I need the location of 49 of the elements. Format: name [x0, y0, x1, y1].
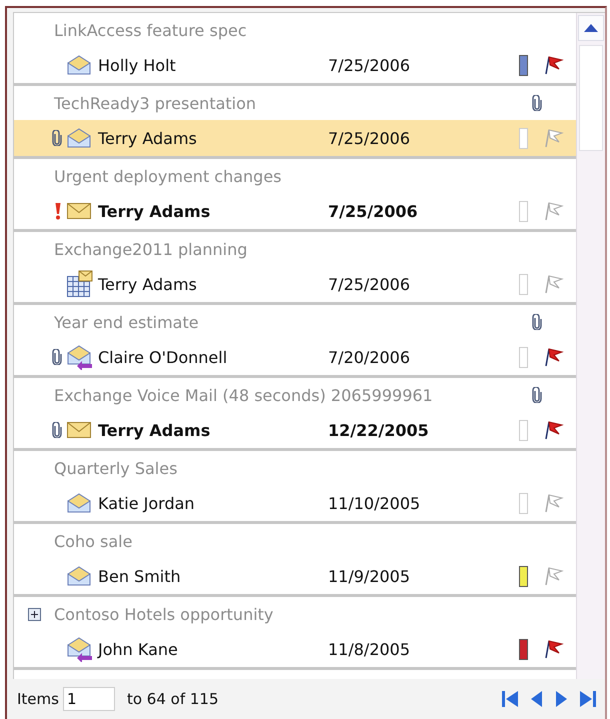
sender-name: Terry Adams — [98, 128, 198, 148]
scroll-thumb[interactable] — [579, 45, 603, 151]
received-date: 12/22/2005 — [328, 420, 430, 440]
sender-name: John Kane — [98, 640, 179, 658]
received-date: 7/25/2006 — [328, 56, 412, 74]
received-date: 11/9/2005 — [328, 566, 412, 586]
sender-name: Ben Smith — [98, 566, 182, 586]
message-subject: Contoso Hotels opportunity — [54, 604, 274, 624]
message-subject: Exchange2011 planning — [54, 240, 248, 258]
message-subject: Coho sale — [54, 532, 134, 550]
sender-name: Katie Jordan — [98, 494, 196, 512]
item-number-field[interactable]: 1 — [62, 687, 115, 711]
message-subject: LinkAccess feature spec — [54, 20, 248, 40]
message-subject: Year end estimate — [54, 312, 200, 332]
message-subject: Quarterly Sales — [54, 458, 178, 478]
message-subject: Urgent deployment changes — [54, 166, 283, 186]
first-page-icon — [501, 689, 519, 709]
received-date: 7/25/2006 — [328, 202, 419, 220]
scrollbar[interactable] — [576, 13, 605, 679]
message-subject: TechReady3 presentation — [54, 94, 258, 112]
last-page-button[interactable] — [579, 689, 597, 709]
items-label: Items — [17, 690, 59, 708]
expand-icon[interactable] — [28, 608, 40, 620]
category-marker[interactable] — [519, 566, 528, 586]
paperclip-icon — [52, 349, 62, 365]
received-date: 7/20/2006 — [328, 348, 412, 366]
received-date: 7/25/2006 — [328, 274, 412, 294]
sender-name: Terry Adams — [98, 202, 212, 220]
first-page-button[interactable] — [501, 689, 519, 709]
received-date: 11/8/2005 — [328, 640, 412, 658]
sender-name: Terry Adams — [98, 420, 212, 440]
last-page-icon — [579, 689, 597, 709]
category-marker[interactable] — [519, 638, 528, 660]
message-subject: Exchange Voice Mail (48 seconds) 2065999961 — [54, 386, 434, 404]
items-range-text: to 64 of 115 — [126, 690, 219, 708]
sender-name: Terry Adams — [98, 274, 198, 294]
category-marker[interactable] — [519, 54, 528, 76]
received-date: 7/25/2006 — [328, 128, 412, 148]
message-item[interactable]: Contoso Hotels opportunity John Kane 11/8/2005 — [14, 597, 576, 670]
sender-name: Claire O'Donnell — [98, 348, 228, 366]
received-date: 11/10/2005 — [328, 494, 422, 512]
message-item[interactable]: Coho sale Ben Smith 11/9/2005 — [14, 524, 576, 597]
message-item[interactable]: Exchange Voice Mail (48 seconds) 2065999961 Terry Adams 12/22/2005 — [14, 378, 576, 451]
scroll-up-icon[interactable] — [584, 24, 598, 32]
paperclip-icon — [52, 130, 62, 146]
sender-name: Holly Holt — [98, 56, 177, 74]
message-item[interactable]: Year end estimate Claire O'Donnell 7/20/2006 — [14, 305, 576, 378]
message-item[interactable]: LinkAccess feature spec Holly Holt 7/25/2006 — [14, 13, 576, 86]
paperclip-icon — [52, 422, 62, 438]
